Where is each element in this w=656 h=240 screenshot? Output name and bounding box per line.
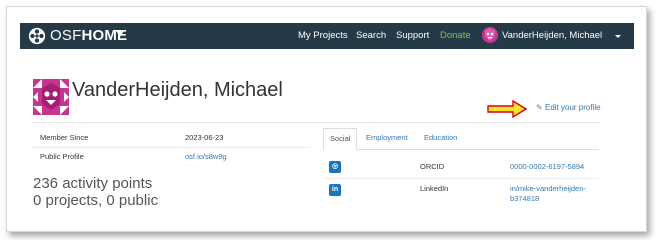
nav-user-avatar: [482, 27, 498, 43]
annotation-arrow-icon: [487, 100, 527, 118]
linkedin-link[interactable]: in/mike-vanderheijden-: [510, 184, 586, 194]
orcid-link[interactable]: 0000-0002-6197-5894: [510, 162, 584, 172]
header-divider: [32, 122, 600, 123]
social-row-divider: [323, 178, 599, 179]
user-caret-down-icon: [615, 35, 621, 38]
nav-search[interactable]: Search: [356, 30, 386, 42]
member-since-label: Member Since: [40, 133, 89, 142]
edit-profile-link[interactable]: ✎ Edit your profile: [536, 103, 601, 113]
osf-logo-icon[interactable]: [28, 27, 46, 45]
avatar-pattern-icon: [482, 27, 498, 43]
nav-user-name: VanderHeijden, Michael: [502, 30, 603, 41]
profile-name: VanderHeijden, Michael: [72, 79, 283, 101]
linkedin-icon[interactable]: in: [329, 184, 341, 196]
social-name-orcid: ORCID: [420, 162, 445, 171]
profile-tabs: Social Employment Education: [323, 128, 599, 150]
brand-osf-text: OSF: [50, 27, 82, 44]
public-profile-link[interactable]: osf.io/s8w9g: [185, 152, 227, 162]
nav-support[interactable]: Support: [396, 30, 429, 42]
projects-summary: 0 projects, 0 public: [33, 192, 159, 209]
edit-profile-label: Edit your profile: [545, 103, 601, 112]
social-name-linkedin: LinkedIn: [420, 184, 449, 193]
brand-caret-down-icon[interactable]: [115, 30, 125, 36]
member-since-value: 2023-06-23: [185, 133, 224, 142]
activity-points: 236 activity points: [33, 175, 153, 192]
pencil-icon: ✎: [536, 103, 543, 112]
nav-donate[interactable]: Donate: [440, 30, 471, 42]
profile-avatar: [33, 79, 69, 115]
nav-my-projects[interactable]: My Projects: [298, 30, 348, 42]
linkedin-link-continued[interactable]: b374818: [510, 194, 539, 204]
row-divider: [32, 147, 310, 148]
tab-social[interactable]: Social: [323, 128, 358, 150]
orcid-icon[interactable]: ◎: [329, 161, 341, 173]
tab-employment[interactable]: Employment: [360, 128, 414, 150]
public-profile-label: Public Profile: [40, 152, 84, 161]
tab-education[interactable]: Education: [418, 128, 463, 150]
top-navbar: OSFHOME My Projects Search Support Donat…: [20, 23, 634, 49]
